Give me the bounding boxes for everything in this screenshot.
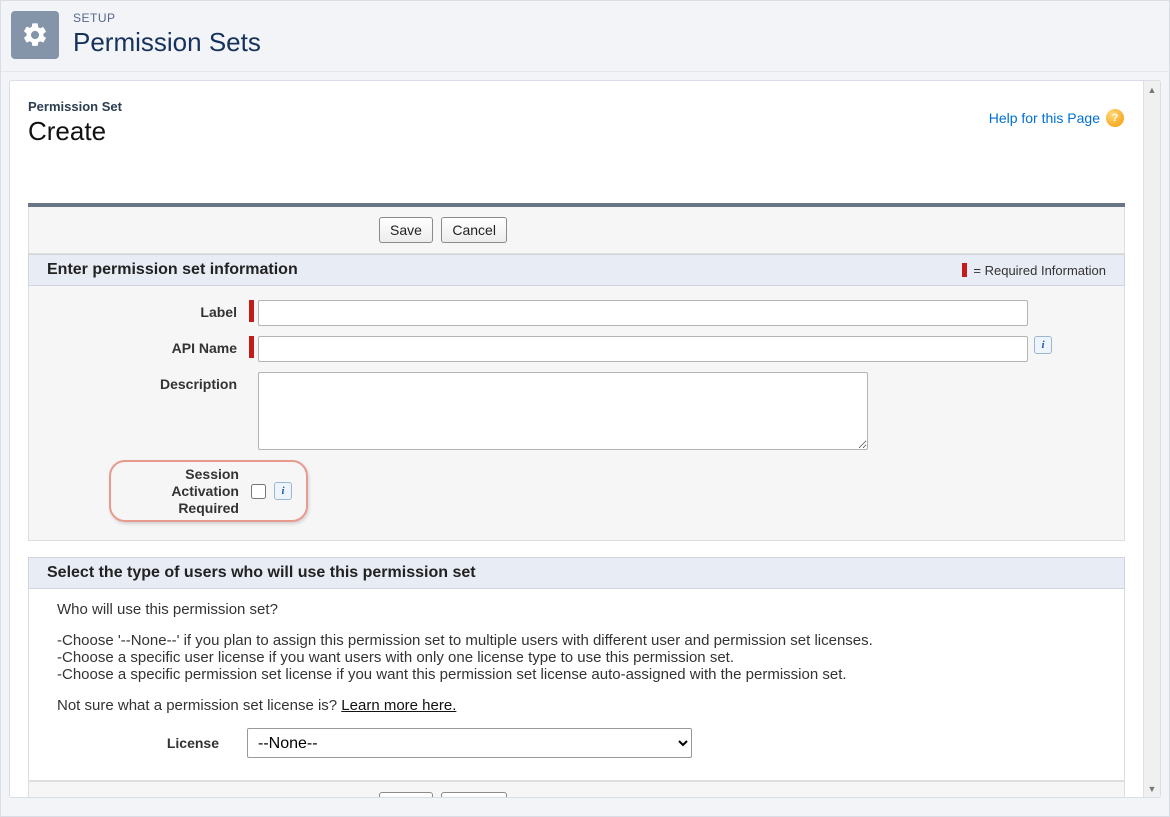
help-link-text: Help for this Page — [989, 110, 1100, 126]
header-title: Permission Sets — [73, 27, 261, 58]
required-legend: = Required Information — [962, 263, 1106, 278]
intro-text: Who will use this permission set? — [57, 601, 1096, 618]
scroll-down-arrow-icon[interactable]: ▼ — [1144, 780, 1160, 797]
info-icon[interactable]: i — [1034, 336, 1052, 354]
header-eyebrow: SETUP — [73, 11, 261, 25]
save-button[interactable]: Save — [379, 217, 433, 243]
option3-text: -Choose a specific permission set licens… — [57, 666, 1096, 683]
license-label: License — [57, 735, 247, 751]
api-name-input[interactable] — [258, 336, 1028, 362]
section2-header: Select the type of users who will use th… — [28, 557, 1125, 589]
cancel-button[interactable]: Cancel — [441, 792, 507, 797]
top-button-bar: Save Cancel — [28, 207, 1125, 254]
learn-more-prefix: Not sure what a permission set license i… — [57, 697, 341, 714]
option2-text: -Choose a specific user license if you w… — [57, 649, 1096, 666]
session-activation-checkbox[interactable] — [251, 484, 266, 499]
license-select[interactable]: --None-- — [247, 728, 692, 758]
section1-header: Enter permission set information = Requi… — [28, 254, 1125, 286]
cancel-button[interactable]: Cancel — [441, 217, 507, 243]
help-link[interactable]: Help for this Page ? — [989, 109, 1124, 127]
required-bar-icon — [962, 263, 967, 277]
vertical-scrollbar[interactable]: ▲ ▼ — [1143, 81, 1160, 797]
label-field-label: Label — [59, 300, 249, 320]
section2-title: Select the type of users who will use th… — [47, 564, 476, 582]
section1-form: Label API Name i Description Session Act… — [28, 286, 1125, 541]
setup-header: SETUP Permission Sets — [1, 1, 1169, 72]
learn-more-link[interactable]: Learn more here. — [341, 697, 456, 714]
description-textarea[interactable] — [258, 372, 868, 450]
api-name-field-label: API Name — [59, 336, 249, 356]
page-heading: Create — [28, 116, 1125, 147]
session-activation-highlight: Session Activation Required i — [109, 460, 308, 522]
info-icon[interactable]: i — [274, 482, 292, 500]
required-indicator-icon — [249, 300, 254, 322]
bottom-button-bar: Save Cancel — [28, 781, 1125, 797]
section2-body: Who will use this permission set? -Choos… — [28, 589, 1125, 781]
gear-icon — [11, 11, 59, 59]
content-panel: Permission Set Create Help for this Page… — [9, 80, 1161, 798]
page-subheading: Permission Set — [28, 99, 1125, 114]
required-indicator-icon — [249, 336, 254, 358]
label-input[interactable] — [258, 300, 1028, 326]
session-activation-label: Session Activation Required — [121, 466, 251, 516]
save-button[interactable]: Save — [379, 792, 433, 797]
description-field-label: Description — [59, 372, 249, 392]
help-icon: ? — [1106, 109, 1124, 127]
option1-text: -Choose '--None--' if you plan to assign… — [57, 632, 1096, 649]
section1-title: Enter permission set information — [47, 261, 298, 279]
scroll-up-arrow-icon[interactable]: ▲ — [1144, 81, 1160, 98]
